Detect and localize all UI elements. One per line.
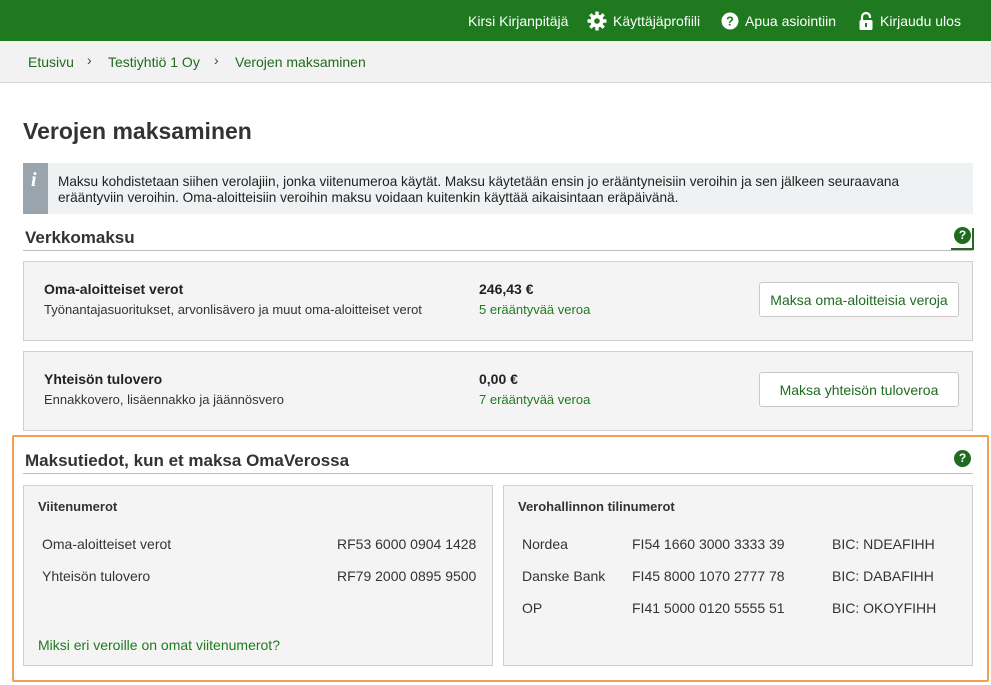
help-icon[interactable]: ? (954, 450, 971, 467)
breadcrumb-home[interactable]: Etusivu (28, 54, 74, 70)
reference-label: Yhteisön tulovero (42, 568, 151, 584)
user-profile-link[interactable]: Käyttäjäprofiili (587, 0, 700, 41)
user-profile-label: Käyttäjäprofiili (613, 12, 701, 29)
payment-card-oma-aloitteiset: Oma-aloitteiset verot Työnantajasuorituk… (23, 261, 973, 341)
card-description: Työnantajasuoritukset, arvonlisävero ja … (44, 302, 422, 317)
bank-name: Danske Bank (522, 568, 606, 584)
help-label: Apua asiointiin (745, 12, 837, 29)
info-text: Maksu kohdistetaan siihen verolajiin, jo… (58, 174, 900, 205)
page-title: Verojen maksaminen (23, 118, 252, 144)
section-title-verkkomaksu: Verkkomaksu (25, 228, 135, 247)
why-separate-references-link[interactable]: Miksi eri veroille on omat viitenumerot? (38, 637, 280, 653)
section-title-maksutiedot: Maksutiedot, kun et maksa OmaVerossa (25, 451, 350, 470)
pay-oma-aloitteiset-button[interactable]: Maksa oma-aloitteisia veroja (759, 282, 959, 317)
chevron-right-icon: › (214, 52, 219, 68)
card-description: Ennakkovero, lisäennakko ja jäännösvero (44, 392, 284, 407)
bank-bic: BIC: DABAFIHH (832, 568, 934, 584)
lock-icon (859, 11, 873, 30)
help-icon[interactable]: ? (954, 227, 971, 244)
panel-title: Verohallinnon tilinumerot (518, 499, 675, 514)
breadcrumb: Etusivu › Testiyhtiö 1 Oy › Verojen maks… (0, 41, 991, 83)
bank-iban: FI45 8000 1070 2777 78 (632, 568, 785, 584)
reference-label: Oma-aloitteiset verot (42, 536, 172, 552)
card-amount: 246,43 € (479, 281, 534, 297)
logout-link[interactable]: Kirjaudu ulos (858, 0, 961, 41)
card-due-count: 5 erääntyvää veroa (479, 302, 591, 317)
section-divider (23, 473, 973, 474)
help-circle-icon: ? (721, 12, 739, 29)
card-amount: 0,00 € (479, 371, 518, 387)
user-name-link[interactable]: Kirsi Kirjanpitäjä (468, 0, 568, 41)
account-numbers-panel: Verohallinnon tilinumerot Nordea FI54 16… (503, 485, 973, 666)
section-divider (23, 250, 973, 251)
breadcrumb-current[interactable]: Verojen maksaminen (235, 54, 366, 70)
pay-yhteison-tulovero-button[interactable]: Maksa yhteisön tuloveroa (759, 372, 959, 407)
payment-card-yhteison-tulovero: Yhteisön tulovero Ennakkovero, lisäennak… (23, 351, 973, 431)
info-icon: i (23, 163, 48, 214)
gear-icon (587, 11, 607, 30)
bank-iban: FI54 1660 3000 3333 39 (632, 536, 785, 552)
bank-bic: BIC: OKOYFIHH (832, 600, 937, 616)
svg-text:?: ? (726, 13, 734, 28)
reference-numbers-panel: Viitenumerot Oma-aloitteiset verot RF53 … (23, 485, 493, 666)
breadcrumb-company[interactable]: Testiyhtiö 1 Oy (108, 54, 200, 70)
logout-label: Kirjaudu ulos (880, 12, 961, 29)
bank-name: OP (522, 600, 543, 616)
chevron-right-icon: › (87, 52, 92, 68)
card-title: Oma-aloitteiset verot (44, 281, 184, 297)
bank-bic: BIC: NDEAFIHH (832, 536, 935, 552)
bank-name: Nordea (522, 536, 568, 552)
bank-iban: FI41 5000 0120 5555 51 (632, 600, 785, 616)
card-due-count: 7 erääntyvää veroa (479, 392, 591, 407)
card-title: Yhteisön tulovero (44, 371, 163, 387)
help-link[interactable]: ? Apua asiointiin (721, 0, 836, 41)
reference-value: RF79 2000 0895 9500 (337, 568, 477, 584)
panel-title: Viitenumerot (38, 499, 118, 514)
reference-value: RF53 6000 0904 1428 (337, 536, 477, 552)
top-navigation-bar: Kirsi Kirjanpitäjä Käyttäjäprofiili ? Ap… (0, 0, 991, 41)
user-name-label: Kirsi Kirjanpitäjä (468, 12, 569, 29)
info-notice: i Maksu kohdistetaan siihen verolajiin, … (23, 163, 973, 214)
